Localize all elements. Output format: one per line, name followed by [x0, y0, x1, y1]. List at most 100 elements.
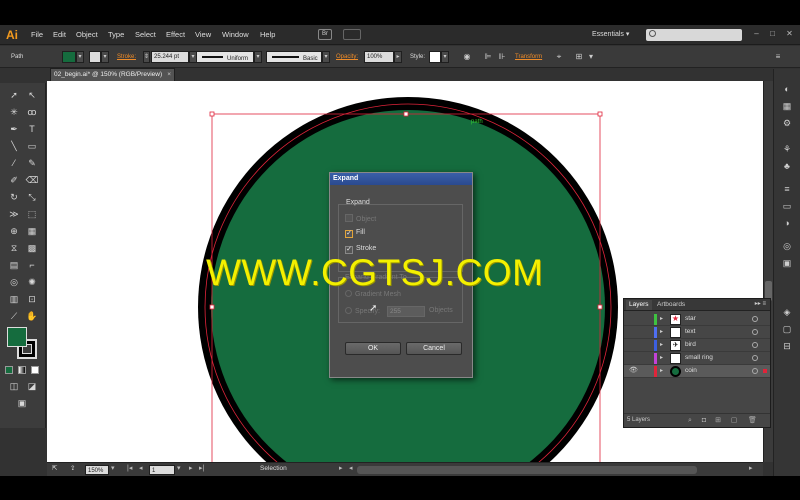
draw-behind-icon[interactable]: ◪: [24, 379, 40, 393]
rotate-tool-icon[interactable]: ↻: [6, 190, 22, 204]
transparency-panel-icon[interactable]: ◑: [780, 216, 794, 230]
stroke-weight-field[interactable]: 25.244 pt: [151, 51, 189, 63]
object-checkbox[interactable]: [345, 214, 353, 222]
appearance-panel-icon[interactable]: ◎: [780, 239, 794, 253]
menu-file[interactable]: File: [31, 30, 43, 39]
layers-panel-icon[interactable]: ◈: [780, 305, 794, 319]
layer-target-icon[interactable]: [752, 329, 758, 335]
fill-checkbox-row[interactable]: ✓ Fill: [345, 229, 365, 238]
recolor-artwork-icon[interactable]: ◉: [462, 52, 472, 62]
layer-target-icon[interactable]: [752, 316, 758, 322]
ok-button[interactable]: OK: [345, 342, 401, 355]
hand-tool-icon[interactable]: ✋: [24, 309, 40, 323]
specify-objects-field[interactable]: 255: [387, 306, 425, 317]
expand-layer-icon[interactable]: ▸: [660, 328, 663, 335]
layer-target-icon[interactable]: [752, 355, 758, 361]
tab-layers[interactable]: Layers: [626, 300, 652, 310]
stroke-panel-icon[interactable]: ≡: [780, 182, 794, 196]
layer-name[interactable]: bird: [685, 341, 696, 348]
opacity-dropdown[interactable]: ▸: [394, 51, 402, 63]
menu-help[interactable]: Help: [260, 30, 275, 39]
specify-radio[interactable]: [345, 307, 352, 314]
locate-object-icon[interactable]: ⌕: [686, 417, 694, 425]
free-transform-tool-icon[interactable]: ⬚: [24, 207, 40, 221]
type-tool-icon[interactable]: T: [24, 122, 40, 136]
horizontal-scroll-thumb[interactable]: [357, 466, 697, 474]
layer-row[interactable]: 👁 ▸ coin: [624, 365, 770, 378]
symbol-sprayer-tool-icon[interactable]: ✺: [24, 275, 40, 289]
status-share-icon[interactable]: ⇪: [70, 464, 75, 472]
zoom-dropdown[interactable]: ▾: [111, 464, 115, 472]
pencil-tool-icon[interactable]: ✎: [24, 156, 40, 170]
menu-select[interactable]: Select: [135, 30, 156, 39]
create-sublayer-icon[interactable]: ⊞: [714, 417, 722, 425]
hscroll-right-arrow[interactable]: ▸: [749, 464, 753, 472]
close-document-icon[interactable]: ×: [167, 69, 171, 81]
document-tab[interactable]: 02_begin.ai* @ 150% (RGB/Preview) ×: [50, 68, 175, 81]
cancel-button[interactable]: Cancel: [406, 342, 462, 355]
fill-color-box[interactable]: [7, 327, 27, 347]
blob-brush-tool-icon[interactable]: ✐: [6, 173, 22, 187]
width-tool-icon[interactable]: ≫: [6, 207, 22, 221]
draw-normal-icon[interactable]: ◫: [6, 379, 22, 393]
expand-layer-icon[interactable]: ▸: [660, 315, 663, 322]
artboard-tool-icon[interactable]: ⊡: [24, 292, 40, 306]
blend-tool-icon[interactable]: ◎: [6, 275, 22, 289]
arrange-documents-button[interactable]: [343, 29, 361, 40]
eye-icon[interactable]: 👁: [629, 367, 638, 375]
layer-target-icon[interactable]: [752, 342, 758, 348]
magic-wand-tool-icon[interactable]: ✳: [6, 105, 22, 119]
opacity-field[interactable]: 100%: [364, 51, 394, 63]
layer-name[interactable]: small ring: [685, 354, 713, 361]
eraser-tool-icon[interactable]: ⌫: [24, 173, 40, 187]
layer-name[interactable]: text: [685, 328, 695, 335]
isolate-selected-icon[interactable]: ⌖: [554, 52, 564, 62]
layer-row[interactable]: ▸ text: [624, 326, 770, 339]
next-artboard-button[interactable]: ▸: [189, 464, 193, 472]
tab-artboards[interactable]: Artboards: [654, 300, 688, 310]
help-search-input[interactable]: [646, 29, 742, 41]
stroke-color-dropdown[interactable]: ▾: [101, 51, 109, 63]
stroke-panel-link[interactable]: Stroke:: [117, 54, 136, 60]
menu-window[interactable]: Window: [222, 30, 249, 39]
graphic-styles-panel-icon[interactable]: ▣: [780, 256, 794, 270]
layer-row[interactable]: ▸ ★ star: [624, 313, 770, 326]
minimize-icon[interactable]: –: [752, 29, 761, 39]
first-artboard-button[interactable]: |◂: [127, 464, 132, 472]
profile-dropdown[interactable]: ▾: [254, 51, 262, 63]
stroke-weight-stepper[interactable]: ⇕: [143, 51, 150, 63]
opacity-panel-link[interactable]: Opacity:: [336, 54, 358, 60]
color-panel-icon[interactable]: ◐: [780, 82, 794, 96]
artboard-number-field[interactable]: 1: [149, 465, 175, 475]
align-center-icon[interactable]: ⊪: [497, 52, 507, 62]
align-left-icon[interactable]: ⊫: [483, 52, 493, 62]
slice-tool-icon[interactable]: ⟋: [6, 309, 22, 323]
select-similar-dropdown-icon[interactable]: ▾: [586, 52, 596, 62]
menu-type[interactable]: Type: [108, 30, 124, 39]
fill-checkbox[interactable]: ✓: [345, 230, 353, 238]
fill-dropdown[interactable]: ▾: [76, 51, 84, 63]
paintbrush-tool-icon[interactable]: ⁄: [6, 156, 22, 170]
artboard-dropdown[interactable]: ▾: [177, 464, 181, 472]
rectangle-tool-icon[interactable]: ▭: [24, 139, 40, 153]
zoom-level-field[interactable]: 150%: [85, 465, 109, 475]
none-mode-icon[interactable]: [31, 366, 39, 374]
brushes-panel-icon[interactable]: ⚘: [780, 142, 794, 156]
delete-layer-icon[interactable]: 🗑: [748, 417, 757, 425]
layer-target-icon[interactable]: [752, 368, 758, 374]
brush-dropdown[interactable]: ▾: [322, 51, 330, 63]
workspace-switcher[interactable]: Essentials ▾: [592, 30, 629, 38]
live-paint-tool-icon[interactable]: ▦: [24, 224, 40, 238]
expand-layer-icon[interactable]: ▸: [660, 341, 663, 348]
direct-selection-tool-icon[interactable]: ↖: [24, 88, 40, 102]
layers-panel-menu-icon[interactable]: ▸▸ ≡: [755, 300, 766, 307]
prev-artboard-button[interactable]: ◂: [139, 464, 143, 472]
perspective-grid-tool-icon[interactable]: ⧖: [6, 241, 22, 255]
maximize-icon[interactable]: □: [768, 29, 777, 39]
screen-mode-icon[interactable]: ▣: [14, 396, 30, 410]
lasso-tool-icon[interactable]: ꝏ: [24, 105, 40, 119]
shape-builder-tool-icon[interactable]: ⊕: [6, 224, 22, 238]
align-panel-icon[interactable]: ⊟: [780, 339, 794, 353]
expand-layer-icon[interactable]: ▸: [660, 367, 663, 374]
menu-effect[interactable]: Effect: [166, 30, 185, 39]
